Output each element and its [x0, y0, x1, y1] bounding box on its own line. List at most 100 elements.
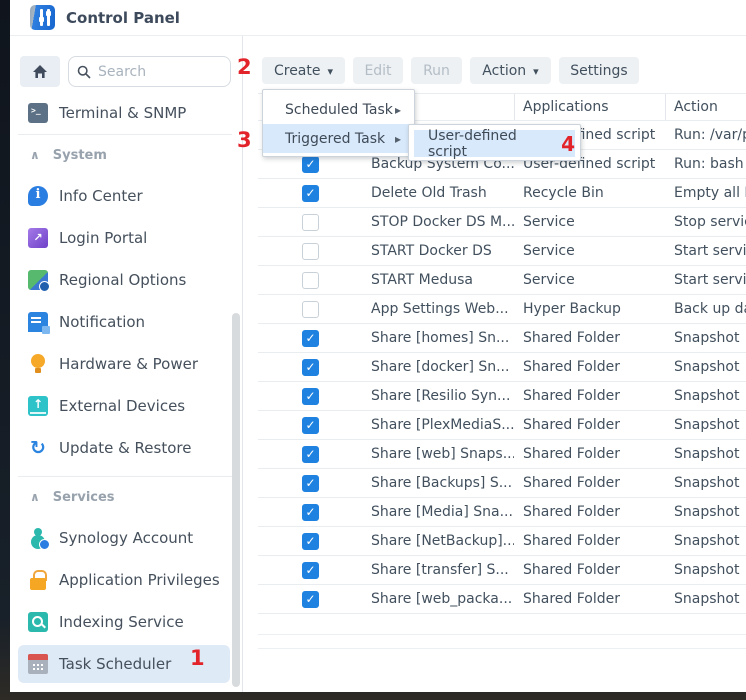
table-row[interactable]: Share [transfer] S... Shared Folder Snap…	[258, 556, 746, 585]
info-icon	[28, 186, 48, 206]
task-name-cell: Share [homes] Sn...	[368, 330, 514, 346]
table-row[interactable]: START Medusa Service Start servic	[258, 266, 746, 295]
application-cell: Recycle Bin	[514, 185, 665, 201]
task-name-cell: Share [Backups] S...	[368, 475, 514, 491]
action-cell: Start servic	[665, 272, 746, 288]
toolbar: Create Edit Run Action Settings	[262, 57, 746, 84]
table-row[interactable]: Share [web] Snaps... Shared Folder Snaps…	[258, 440, 746, 469]
task-name-cell: Share [PlexMediaS...	[368, 417, 514, 433]
sidebar-item-terminal-snmp[interactable]: Terminal & SNMP	[10, 92, 242, 134]
sidebar-item-regional-options[interactable]: Regional Options	[10, 259, 242, 301]
collapse-chevron-icon: ∧	[30, 490, 40, 504]
row-checkbox[interactable]	[302, 533, 319, 550]
application-cell: Hyper Backup	[514, 301, 665, 317]
submenu-arrow-icon	[395, 131, 401, 147]
table-row[interactable]: Delete Old Trash Recycle Bin Empty all R	[258, 179, 746, 208]
action-cell: Snapshot	[665, 446, 746, 462]
action-cell: Snapshot	[665, 591, 746, 607]
run-button: Run	[411, 57, 462, 84]
titlebar: Control Panel	[10, 0, 746, 36]
menu-item-triggered-task[interactable]: Triggered Task	[263, 124, 414, 153]
indexing-magnifier-icon	[28, 612, 48, 632]
annotation-step-2: 2	[237, 55, 252, 79]
row-checkbox[interactable]	[302, 504, 319, 521]
sidebar-item-info-center[interactable]: Info Center	[10, 175, 242, 217]
header-applications[interactable]: Applications	[514, 94, 665, 120]
table-row[interactable]: App Settings Web... Hyper Backup Back up…	[258, 295, 746, 324]
task-name-cell: App Settings Web...	[368, 301, 514, 317]
action-button[interactable]: Action	[470, 57, 551, 84]
row-checkbox[interactable]	[302, 185, 319, 202]
action-cell: Snapshot	[665, 475, 746, 491]
row-checkbox[interactable]	[302, 359, 319, 376]
settings-button[interactable]: Settings	[559, 57, 639, 84]
table-row[interactable]: Share [docker] Sn... Shared Folder Snaps…	[258, 353, 746, 382]
application-cell: Shared Folder	[514, 591, 665, 607]
menu-item-user-defined-script[interactable]: User-defined script 4	[414, 130, 575, 157]
create-button[interactable]: Create	[262, 57, 345, 84]
home-button[interactable]	[20, 56, 60, 87]
sidebar-item-notification[interactable]: Notification	[10, 301, 242, 343]
search-input[interactable]	[98, 64, 208, 80]
task-name-cell: Delete Old Trash	[368, 185, 514, 201]
row-checkbox[interactable]	[302, 243, 319, 260]
collapse-chevron-icon: ∧	[30, 148, 40, 162]
application-cell: Shared Folder	[514, 475, 665, 491]
action-cell: Run: bash /	[665, 156, 746, 172]
sidebar-item-task-scheduler[interactable]: Task Scheduler	[10, 643, 242, 685]
row-checkbox[interactable]	[302, 388, 319, 405]
account-icon	[28, 528, 48, 548]
table-row[interactable]: Share [Resilio Syn... Shared Folder Snap…	[258, 382, 746, 411]
caret-down-icon	[533, 63, 539, 79]
sidebar-item-indexing-service[interactable]: Indexing Service	[10, 601, 242, 643]
action-cell: Stop servic	[665, 214, 746, 230]
menu-item-scheduled-task[interactable]: Scheduled Task	[263, 95, 414, 124]
row-checkbox[interactable]	[302, 475, 319, 492]
row-checkbox[interactable]	[302, 591, 319, 608]
task-name-cell: Share [transfer] S...	[368, 562, 514, 578]
sidebar-item-login-portal[interactable]: Login Portal	[10, 217, 242, 259]
row-checkbox[interactable]	[302, 272, 319, 289]
sidebar-item-external-devices[interactable]: External Devices	[10, 385, 242, 427]
row-checkbox[interactable]	[302, 562, 319, 579]
sidebar-item-application-privileges[interactable]: Application Privileges	[10, 559, 242, 601]
external-devices-icon	[28, 396, 48, 416]
empty-row	[258, 635, 746, 649]
header-action[interactable]: Action	[665, 94, 746, 120]
section-header-system[interactable]: ∧ System	[10, 135, 242, 175]
triggered-task-submenu: User-defined script 4	[408, 124, 581, 161]
row-checkbox[interactable]	[302, 214, 319, 231]
row-checkbox[interactable]	[302, 156, 319, 173]
table-row[interactable]: Share [PlexMediaS... Shared Folder Snaps…	[258, 411, 746, 440]
table-row[interactable]: Share [web_packa... Shared Folder Snapsh…	[258, 585, 746, 614]
section-header-services[interactable]: ∧ Services	[10, 477, 242, 517]
sidebar-item-update-restore[interactable]: Update & Restore	[10, 427, 242, 469]
action-cell: Back up da	[665, 301, 746, 317]
table-row[interactable]: Share [homes] Sn... Shared Folder Snapsh…	[258, 324, 746, 353]
search-box[interactable]	[68, 56, 231, 87]
terminal-icon	[28, 103, 48, 123]
row-checkbox[interactable]	[302, 446, 319, 463]
table-row[interactable]: Share [Backups] S... Shared Folder Snaps…	[258, 469, 746, 498]
action-cell: Snapshot	[665, 562, 746, 578]
table-row[interactable]: Share [Media] Sna... Shared Folder Snaps…	[258, 498, 746, 527]
sidebar-nav: Terminal & SNMP ∧ System Info Center Log…	[10, 92, 242, 685]
edit-button: Edit	[353, 57, 403, 84]
task-name-cell: Share [Resilio Syn...	[368, 388, 514, 404]
table-row[interactable]: START Docker DS Service Start servic	[258, 237, 746, 266]
row-checkbox[interactable]	[302, 417, 319, 434]
application-cell: Service	[514, 214, 665, 230]
sidebar-item-hardware-power[interactable]: Hardware & Power	[10, 343, 242, 385]
calendar-icon	[28, 654, 48, 674]
sidebar: Terminal & SNMP ∧ System Info Center Log…	[10, 36, 243, 692]
application-cell: Shared Folder	[514, 417, 665, 433]
task-name-cell: Share [Media] Sna...	[368, 504, 514, 520]
notification-icon	[28, 312, 48, 332]
annotation-step-4: 4	[561, 132, 575, 156]
table-row[interactable]: STOP Docker DS M... Service Stop servic	[258, 208, 746, 237]
table-row[interactable]: Share [NetBackup]... Shared Folder Snaps…	[258, 527, 746, 556]
sidebar-scrollbar[interactable]	[232, 313, 240, 687]
sidebar-item-synology-account[interactable]: Synology Account	[10, 517, 242, 559]
row-checkbox[interactable]	[302, 330, 319, 347]
row-checkbox[interactable]	[302, 301, 319, 318]
